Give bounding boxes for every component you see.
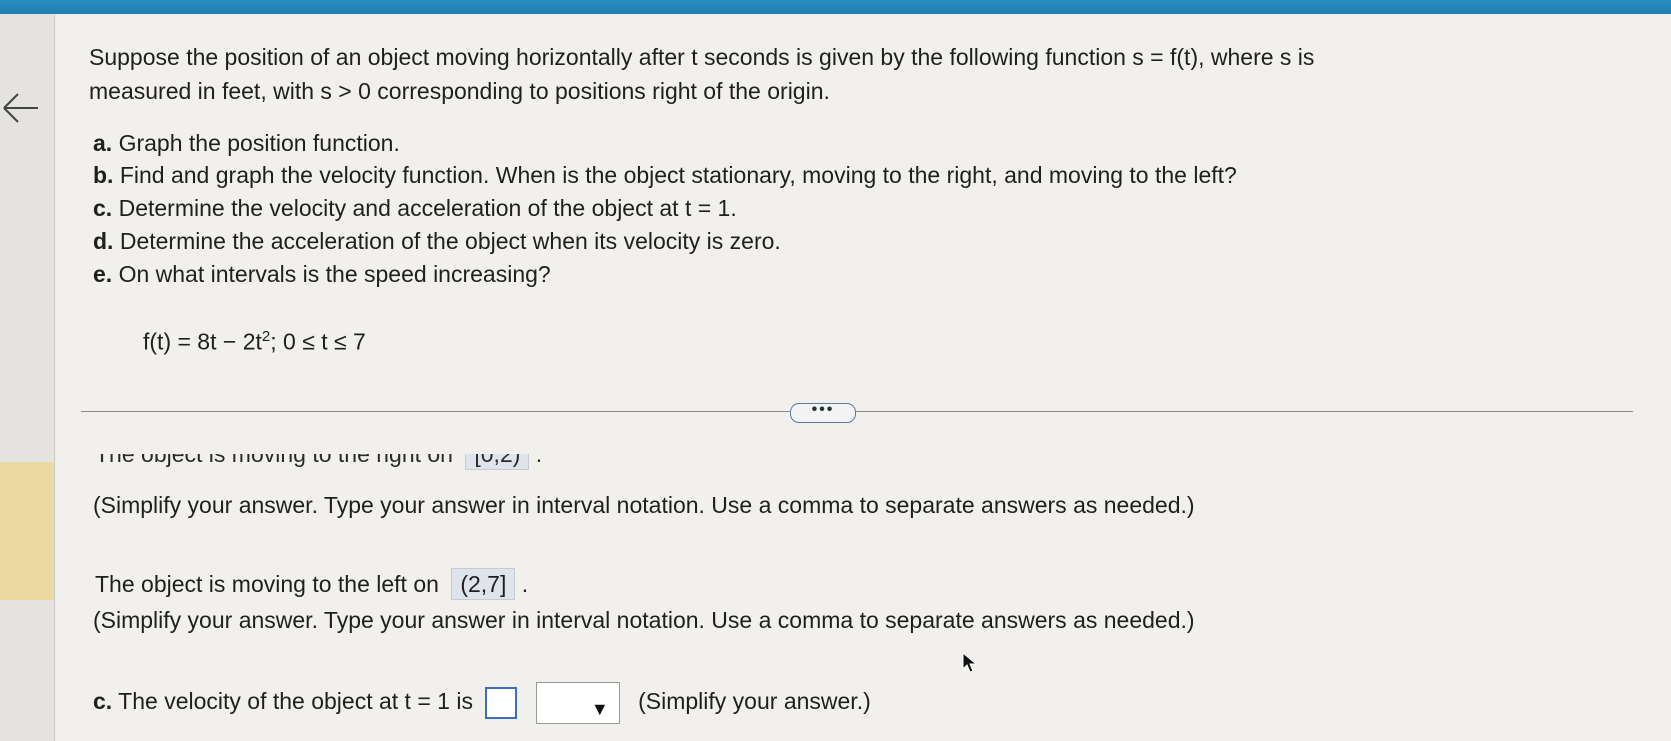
item-letter: c. <box>93 195 113 221</box>
item-letter: a. <box>93 130 113 156</box>
left-prefix: The object is moving to the left on <box>95 571 439 597</box>
left-answer-line: The object is moving to the left on (2,7… <box>95 568 528 600</box>
top-bar <box>0 0 1671 14</box>
section-divider <box>81 411 1633 412</box>
right-prefix: The object is moving to the right on <box>95 454 453 467</box>
velocity-input[interactable] <box>485 687 518 719</box>
formula-domain: ; 0 ≤ t ≤ 7 <box>270 328 366 355</box>
item-letter: b. <box>93 162 114 188</box>
problem-item-c: c. Determine the velocity and accelerati… <box>93 193 737 223</box>
simplify-note-1: (Simplify your answer. Type your answer … <box>93 492 1195 518</box>
units-dropdown[interactable]: ▼ <box>535 682 620 724</box>
part-c-hint: (Simplify your answer.) <box>638 688 871 715</box>
item-letter: e. <box>93 261 113 287</box>
item-letter: d. <box>93 228 114 254</box>
problem-item-d: d. Determine the acceleration of the obj… <box>93 226 781 256</box>
expand-more-button[interactable]: ••• <box>790 402 856 423</box>
part-c-line: c. The velocity of the object at t = 1 i… <box>93 682 871 724</box>
part-c-letter: c. <box>93 688 113 715</box>
problem-item-b: b. Find and graph the velocity function.… <box>93 160 1237 190</box>
left-answer-value: (2,7] <box>451 568 516 600</box>
formula-exponent: 2 <box>261 328 271 345</box>
right-answer-value: [0,2) <box>465 454 530 470</box>
back-arrow-icon[interactable] <box>0 90 40 126</box>
item-text: Determine the velocity and acceleration … <box>118 195 737 221</box>
simplify-note-2: (Simplify your answer. Type your answer … <box>93 607 1195 633</box>
position-function: f(t) = 8t − 2t2; 0 ≤ t ≤ 7 <box>143 328 366 356</box>
item-text: Graph the position function. <box>118 130 400 156</box>
part-c-text: The velocity of the object at t = 1 is <box>118 688 473 715</box>
formula-main: f(t) = 8t − 2t <box>143 328 262 355</box>
problem-item-a: a. Graph the position function. <box>93 128 400 158</box>
mouse-cursor-icon <box>962 652 978 673</box>
left-sidebar <box>0 14 55 741</box>
sidebar-highlight <box>0 462 54 600</box>
right-answer-line: The object is moving to the right on [0,… <box>95 454 542 470</box>
chevron-down-icon: ▼ <box>590 699 609 719</box>
clipped-answer-right: The object is moving to the right on [0,… <box>95 454 695 470</box>
problem-intro-line-2: measured in feet, with s > 0 correspondi… <box>89 78 830 104</box>
problem-item-e: e. On what intervals is the speed increa… <box>93 259 551 289</box>
problem-intro-line-1: Suppose the position of an object moving… <box>89 44 1315 70</box>
item-text: Find and graph the velocity function. Wh… <box>119 162 1237 188</box>
left-suffix: . <box>521 571 529 597</box>
right-suffix: . <box>535 454 543 467</box>
item-text: On what intervals is the speed increasin… <box>118 261 551 287</box>
item-text: Determine the acceleration of the object… <box>119 228 781 254</box>
